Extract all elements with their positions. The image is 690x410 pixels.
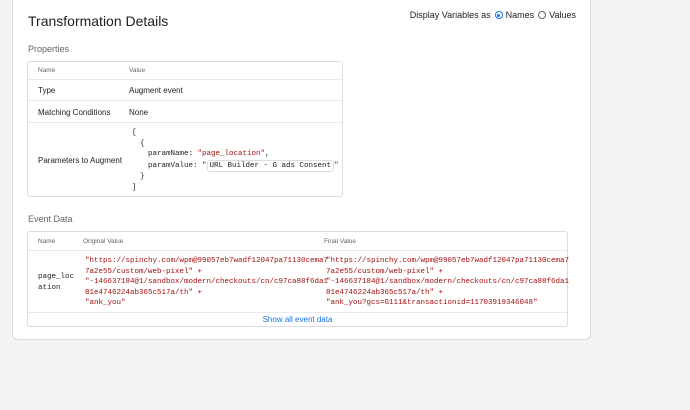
event-data-table: Name Original Value Final Value page_loc… xyxy=(27,231,570,327)
code-line: [ xyxy=(132,129,137,137)
properties-heading: Properties xyxy=(28,44,70,54)
col-header-final: Final Value xyxy=(324,238,357,245)
table-row: Matching Conditions None xyxy=(28,100,342,123)
row-name: Type xyxy=(38,86,56,95)
event-header-row: Name Original Value Final Value xyxy=(28,232,567,251)
col-header-name: Name xyxy=(38,238,56,245)
table-row: Type Augment event xyxy=(28,79,342,101)
page-title: Transformation Details xyxy=(28,13,169,29)
values-radio[interactable] xyxy=(538,11,547,19)
names-radio-label[interactable]: Names xyxy=(506,10,535,20)
row-value: None xyxy=(129,108,149,117)
row-name: Parameters to Augment xyxy=(38,156,123,165)
code-line: } xyxy=(140,173,145,181)
code-line: { xyxy=(140,139,145,148)
table-row: Parameters to Augment [ { paramName: "pa… xyxy=(28,122,342,197)
event-name: page_loc ation xyxy=(38,273,75,292)
display-variables-label: Display Variables as xyxy=(409,10,491,20)
values-radio-label[interactable]: Values xyxy=(549,10,576,20)
col-header-original: Original Value xyxy=(83,238,124,245)
code-line: paramName: "page_location", xyxy=(148,150,270,158)
code-line: paramValue: " URL Builder - G ads Consent… xyxy=(132,159,339,172)
params-code-block: [ { paramName: "page_location", paramVal… xyxy=(132,128,339,193)
col-header-value: Value xyxy=(129,67,146,74)
properties-header-row: Name Value xyxy=(28,62,342,80)
variable-chip[interactable]: URL Builder - G ads Consent xyxy=(206,159,335,172)
param-name-value: "page_location" xyxy=(197,150,266,158)
row-name: Matching Conditions xyxy=(38,108,111,117)
display-variables-toggle: Display Variables as Names Values xyxy=(410,10,576,20)
code-line: ] xyxy=(132,183,137,192)
properties-table: Name Value Type Augment event Matching C… xyxy=(27,61,343,197)
event-data-heading: Event Data xyxy=(28,214,73,224)
col-header-name: Name xyxy=(38,67,56,74)
names-radio[interactable] xyxy=(494,11,503,19)
show-all-event-data-link[interactable]: Show all event data xyxy=(28,315,567,324)
row-value: Augment event xyxy=(129,86,183,95)
table-row: page_loc ation "https://spinchy.com/wpm@… xyxy=(28,250,570,313)
final-value: "https://spinchy.com/wpm@99057eb7wadf120… xyxy=(326,257,570,307)
original-value: "https://spinchy.com/wpm@99057eb7wadf120… xyxy=(85,257,329,307)
transformation-details-card: Transformation Details Display Variables… xyxy=(12,0,591,340)
